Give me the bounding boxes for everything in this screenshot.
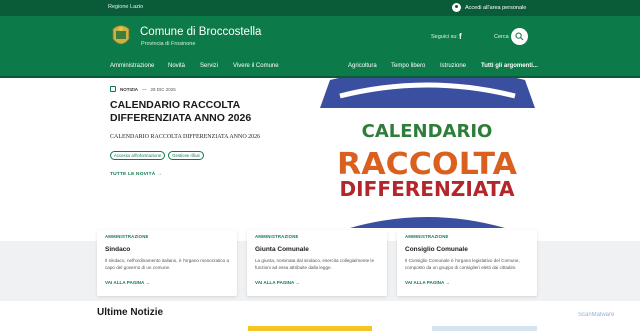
all-news-label: TUTTE LE NOVITÀ xyxy=(110,172,156,177)
card-title[interactable]: Consiglio Comunale xyxy=(405,246,468,253)
top-utility-bar: Regione Lazio Accedi all'area personale xyxy=(0,0,640,16)
latest-news-heading: Ultime Notizie xyxy=(97,307,164,318)
news-tag: NOTIZIA xyxy=(120,86,138,92)
card-category: AMMINISTRAZIONE xyxy=(405,234,449,239)
main-navigation: Amministrazione Novità Servizi Vivere il… xyxy=(0,60,640,76)
card-description: La giunta, nominata dal sindaco, esercit… xyxy=(255,258,375,270)
card-link[interactable]: VAI ALLA PAGINA → xyxy=(105,280,150,285)
nav-item-agricoltura[interactable]: Agricoltura xyxy=(348,63,377,69)
all-news-link[interactable]: TUTTE LE NOVITÀ → xyxy=(110,172,162,177)
login-button[interactable]: Accedi all'area personale xyxy=(452,3,526,12)
nav-item-amministrazione[interactable]: Amministrazione xyxy=(110,63,154,69)
region-link[interactable]: Regione Lazio xyxy=(108,4,143,10)
nav-item-vivere-il-comune[interactable]: Vivere il Comune xyxy=(233,63,279,69)
poster-word-differenziata: DIFFERENZIATA xyxy=(340,177,516,201)
card-sindaco[interactable]: AMMINISTRAZIONE Sindaco Il sindaco, nell… xyxy=(97,230,237,296)
search-label: Cerca xyxy=(494,34,509,40)
poster-word-calendario: CALENDARIO xyxy=(362,121,493,142)
card-link[interactable]: VAI ALLA PAGINA → xyxy=(405,280,450,285)
card-category: AMMINISTRAZIONE xyxy=(105,234,149,239)
hero-title[interactable]: CALENDARIO RACCOLTA DIFFERENZIATA ANNO 2… xyxy=(110,99,310,125)
site-subtitle: Provincia di Frosinone xyxy=(141,41,196,47)
login-label: Accedi all'area personale xyxy=(465,4,527,11)
site-title[interactable]: Comune di Broccostella xyxy=(140,26,261,38)
search-button[interactable] xyxy=(511,28,528,45)
nav-item-all-topics[interactable]: Tutti gli argomenti... xyxy=(481,63,538,69)
card-category: AMMINISTRAZIONE xyxy=(255,234,299,239)
card-link[interactable]: VAI ALLA PAGINA → xyxy=(255,280,300,285)
card-description: Il Consiglio Comunale è l'organo legisla… xyxy=(405,258,520,270)
arrow-right-icon: → xyxy=(156,172,162,177)
facebook-icon[interactable]: f xyxy=(459,32,462,41)
chip-accesso-informazione[interactable]: Accesso all'informazione xyxy=(110,151,166,160)
topic-chips: Accesso all'informazione Gestione rifiut… xyxy=(110,151,204,160)
news-meta: NOTIZIA — 28 DIC 2025 xyxy=(110,86,176,92)
card-consiglio-comunale[interactable]: AMMINISTRAZIONE Consiglio Comunale Il Co… xyxy=(397,230,537,296)
search-icon xyxy=(515,32,524,41)
nav-item-novita[interactable]: Novità xyxy=(168,63,185,69)
site-header: Comune di Broccostella Provincia di Fros… xyxy=(0,16,640,60)
hero-image[interactable]: CALENDARIO RACCOLTA DIFFERENZIATA xyxy=(320,78,535,228)
calendar-icon xyxy=(110,86,116,92)
nav-item-tempo-libero[interactable]: Tempo libero xyxy=(391,63,425,69)
card-giunta-comunale[interactable]: AMMINISTRAZIONE Giunta Comunale La giunt… xyxy=(247,230,387,296)
user-icon xyxy=(452,3,461,12)
meta-separator: — xyxy=(142,86,147,92)
municipal-crest-logo[interactable] xyxy=(110,23,132,49)
card-title[interactable]: Giunta Comunale xyxy=(255,246,309,253)
nav-item-servizi[interactable]: Servizi xyxy=(200,63,218,69)
watermark: ScanMalware xyxy=(578,312,615,318)
news-thumbnail[interactable] xyxy=(248,326,372,331)
calendar-poster-image: CALENDARIO RACCOLTA DIFFERENZIATA xyxy=(320,78,535,228)
social-label: Seguici su: xyxy=(431,34,458,40)
nav-item-istruzione[interactable]: Istruzione xyxy=(440,63,466,69)
card-description: Il sindaco, nell'ordinamento italiano, è… xyxy=(105,258,230,270)
news-thumbnail[interactable] xyxy=(432,326,537,331)
chip-gestione-rifiuti[interactable]: Gestione rifiuti xyxy=(168,151,204,160)
news-date: 28 DIC 2025 xyxy=(150,86,176,92)
card-title[interactable]: Sindaco xyxy=(105,246,130,253)
hero-description: CALENDARIO RACCOLTA DIFFERENZIATA ANNO 2… xyxy=(110,134,261,140)
